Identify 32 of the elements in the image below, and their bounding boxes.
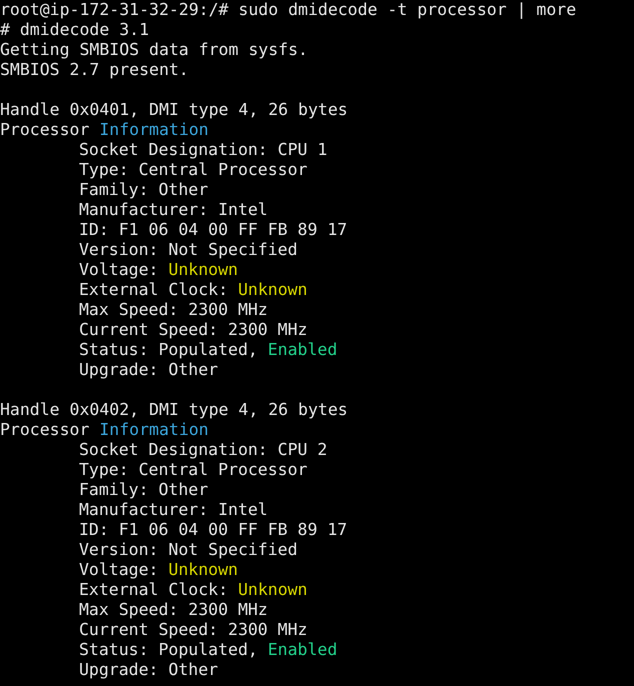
terminal-line: Handle 0x0402, DMI type 4, 26 bytes — [0, 400, 348, 420]
terminal-line: Max Speed: 2300 MHz — [79, 300, 268, 320]
terminal-line: Socket Designation: CPU 1 — [79, 140, 328, 160]
terminal-line: SMBIOS 2.7 present. — [0, 60, 189, 80]
terminal-line: Upgrade: Other — [79, 660, 218, 680]
terminal-line: ID: F1 06 04 00 FF FB 89 17 — [79, 220, 348, 240]
terminal-line: Type: Central Processor — [79, 460, 308, 480]
terminal-line: Getting SMBIOS data from sysfs. — [0, 40, 308, 60]
terminal-line: Upgrade: Other — [79, 360, 218, 380]
terminal-line: Status: Populated, Enabled — [79, 640, 338, 660]
terminal-line: Socket Designation: CPU 2 — [79, 440, 328, 460]
terminal-line: Current Speed: 2300 MHz — [79, 620, 308, 640]
terminal-line: External Clock: Unknown — [79, 580, 308, 600]
terminal-line: ID: F1 06 04 00 FF FB 89 17 — [79, 520, 348, 540]
terminal-line: root@ip-172-31-32-29:/# sudo dmidecode -t processor | more — [0, 0, 576, 20]
terminal-line: Handle 0x0401, DMI type 4, 26 bytes — [0, 100, 348, 120]
terminal-line: External Clock: Unknown — [79, 280, 308, 300]
terminal-line: Status: Populated, Enabled — [79, 340, 338, 360]
terminal-line: # dmidecode 3.1 — [0, 20, 150, 40]
terminal-line: Current Speed: 2300 MHz — [79, 320, 308, 340]
terminal-line: Max Speed: 2300 MHz — [79, 600, 268, 620]
terminal-line: Manufacturer: Intel — [79, 200, 268, 220]
terminal-line: Processor Information — [0, 120, 209, 140]
terminal-line: Version: Not Specified — [79, 540, 298, 560]
terminal-line: Voltage: Unknown — [79, 560, 238, 580]
terminal-line: Family: Other — [79, 180, 208, 200]
terminal-line: Manufacturer: Intel — [79, 500, 268, 520]
terminal-line: Version: Not Specified — [79, 240, 298, 260]
terminal-line: Voltage: Unknown — [79, 260, 238, 280]
terminal-line: Family: Other — [79, 480, 208, 500]
terminal-line: Type: Central Processor — [79, 160, 308, 180]
terminal-line: Processor Information — [0, 420, 209, 440]
